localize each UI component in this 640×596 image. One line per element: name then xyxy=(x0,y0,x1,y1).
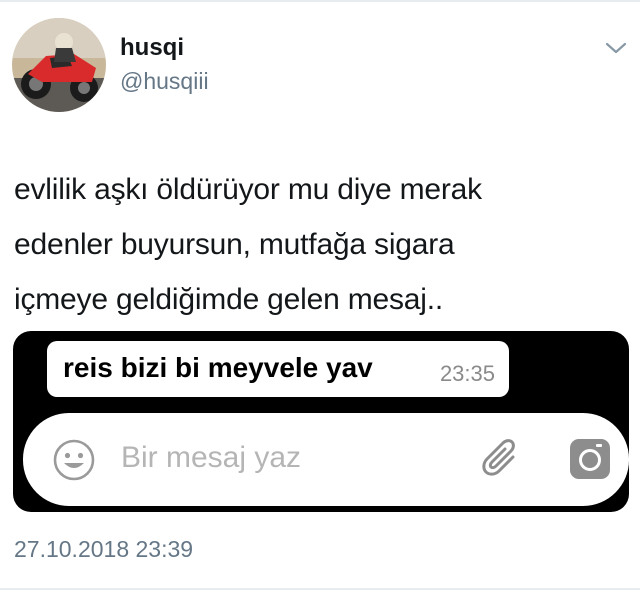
tweet-media-screenshot[interactable]: reis bizi bi meyvele yav 23:35 Bir mesaj… xyxy=(13,331,629,512)
smiley-icon xyxy=(53,439,95,481)
chat-message-bubble: reis bizi bi meyvele yav 23:35 xyxy=(47,341,509,397)
tweet-text-line: evlilik aşkı öldürüyor mu diye merak xyxy=(14,173,482,206)
paperclip-icon xyxy=(482,439,515,476)
tweet-timestamp[interactable]: 27.10.2018 23:39 xyxy=(14,536,193,563)
chat-message-input: Bir mesaj yaz xyxy=(121,441,302,474)
top-divider xyxy=(0,0,640,2)
tweet-text-line: içmeye geldiğimde gelen mesaj.. xyxy=(14,283,444,316)
tweet-text: evlilik aşkı öldürüyor mu diye merak ede… xyxy=(14,162,624,327)
author-handle[interactable]: @husqiii xyxy=(120,68,209,95)
chat-message-time: 23:35 xyxy=(439,361,495,386)
camera-icon xyxy=(570,439,610,479)
tweet-text-line: edenler buyursun, mutfağa sigara xyxy=(14,228,455,261)
chat-input-bar: Bir mesaj yaz xyxy=(23,413,629,506)
author-display-name[interactable]: husqi xyxy=(120,34,184,62)
avatar[interactable] xyxy=(12,18,106,112)
chat-message-text: reis bizi bi meyvele yav xyxy=(63,352,373,383)
chevron-down-icon[interactable] xyxy=(604,40,628,56)
bottom-divider xyxy=(0,588,640,590)
motorcycle-rider-avatar-icon xyxy=(12,18,106,112)
